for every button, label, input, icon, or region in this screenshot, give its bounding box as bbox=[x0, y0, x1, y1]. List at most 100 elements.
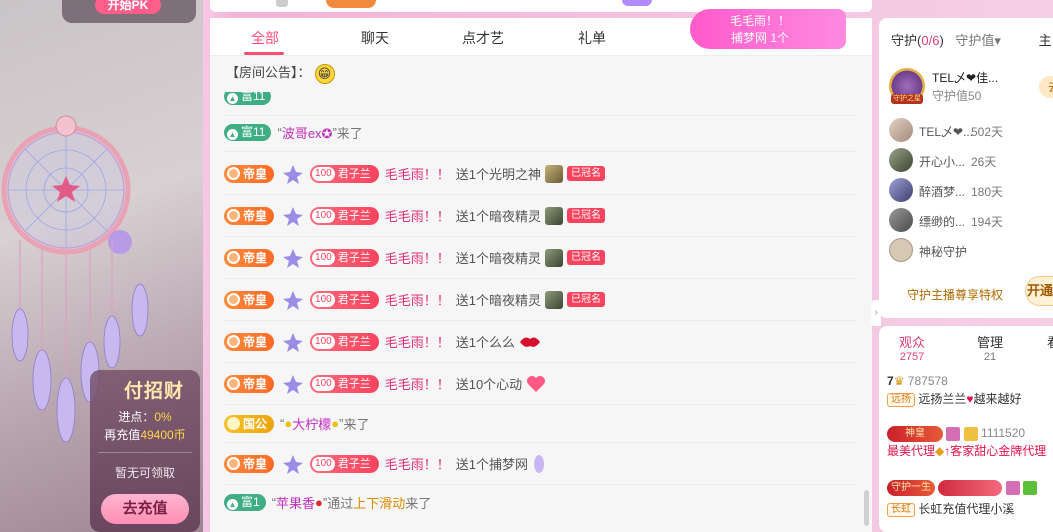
tab-all[interactable]: 全部 bbox=[251, 28, 279, 48]
user-name[interactable]: 大柠檬 bbox=[292, 414, 331, 433]
promo-unavailable: 暂无可领取 bbox=[114, 466, 175, 480]
chat-message: 帝皇 100 君子兰 毛毛雨！！ 送1个么么 bbox=[224, 321, 856, 363]
peek-icon bbox=[276, 0, 288, 7]
rank-icon bbox=[1005, 481, 1020, 495]
avatar bbox=[889, 148, 913, 172]
mystery-guard[interactable]: 神秘守护 bbox=[889, 238, 1053, 262]
dreamcatcher-gift-icon bbox=[533, 454, 544, 473]
recharge-promo-card: 付招财 进点：0% 再充值49400币 暂无可领取 去充值 bbox=[90, 370, 200, 532]
peek-badge bbox=[326, 0, 376, 8]
tab-gift-list[interactable]: 礼单 bbox=[578, 28, 606, 48]
avatar bbox=[889, 118, 913, 142]
go-button[interactable]: 去 bbox=[1039, 76, 1053, 98]
viewer-row-detail: 最美代理◆↑客家甜心金牌代理 bbox=[887, 444, 1047, 458]
collapse-arrow-icon[interactable]: › bbox=[871, 300, 881, 326]
lotus-icon bbox=[283, 454, 304, 474]
fan-club-badge: 100 君子兰 bbox=[310, 248, 379, 267]
fan-club-badge: 100 君子兰 bbox=[310, 454, 379, 473]
lotus-icon bbox=[283, 206, 304, 226]
guard-star-label: 守护之星 bbox=[891, 94, 923, 104]
viewer-row-detail: 远扬 远扬兰兰♥越来越好 bbox=[887, 390, 1022, 407]
fan-club-badge: 100 君子兰 bbox=[310, 374, 379, 393]
rich-level-badge: ▲ 富11 bbox=[224, 124, 272, 141]
rich-level-badge: ▲ 富1 bbox=[224, 493, 266, 511]
promo-divider bbox=[98, 452, 192, 453]
lemon-icon: ● bbox=[331, 416, 340, 431]
tab-chat[interactable]: 聊天 bbox=[361, 28, 389, 48]
viewer-card: 观众 2757 管理 21 看 7♛ 787578 远扬 远扬兰兰♥越来越好 神… bbox=[879, 326, 1053, 532]
fan-club-badge: 100 君子兰 bbox=[310, 206, 379, 225]
tab-guard-value[interactable]: 守护值▾ bbox=[955, 33, 1001, 48]
recharge-button[interactable]: 去充值 bbox=[101, 494, 189, 524]
user-name[interactable]: 毛毛雨！！ bbox=[385, 248, 450, 267]
tab-admins[interactable]: 管理 21 bbox=[977, 332, 1003, 363]
emperor-badge: 帝皇 bbox=[224, 290, 275, 309]
chat-message: 帝皇 100 君子兰 毛毛雨！！ 送1个捕梦网 bbox=[224, 443, 856, 485]
viewer-row[interactable]: 守护一生 bbox=[887, 480, 1038, 496]
viewer-row-detail: 长虹 长虹充值代理小溪 bbox=[887, 500, 1014, 517]
tab-guard[interactable]: 守护(0/6) bbox=[891, 33, 944, 48]
avatar bbox=[889, 178, 913, 202]
right-side-panel: 守护(0/6) 守护值▾ 主 守护之星 TEL乄❤佳... 守护值50 去 TE… bbox=[871, 18, 1053, 532]
fan-club-badge: 100 君子兰 bbox=[310, 290, 379, 309]
guard-row[interactable]: 缥缈的... 194天 bbox=[889, 208, 1053, 232]
chat-message: ▲ 富1 “苹果香 ●” 通过 上下滑动 来了 bbox=[224, 483, 856, 521]
guard-row[interactable]: TEL乄❤... 502天 bbox=[889, 118, 1053, 142]
promo-progress: 进点：0% bbox=[118, 410, 172, 424]
open-guard-button[interactable]: 开通 bbox=[1025, 276, 1053, 306]
user-name[interactable]: 苹果香 bbox=[276, 493, 315, 512]
guard-card: 守护(0/6) 守护值▾ 主 守护之星 TEL乄❤佳... 守护值50 去 TE… bbox=[879, 18, 1053, 318]
chat-message: ▲ 富11 “波哥ex✪” 来了 bbox=[224, 114, 856, 152]
lemon-icon: ● bbox=[284, 416, 293, 431]
tab-host[interactable]: 主 bbox=[1039, 33, 1052, 48]
emperor-badge: 帝皇 bbox=[224, 248, 275, 267]
guard-forever-badge: 守护一生 bbox=[887, 480, 935, 496]
user-name[interactable]: 波哥ex✪ bbox=[282, 123, 333, 142]
emperor-badge: 帝皇 bbox=[224, 454, 275, 473]
user-name[interactable]: 毛毛雨！！ bbox=[385, 374, 450, 393]
gift-notice-banner[interactable]: 毛毛雨！！ 捕梦网 1个 bbox=[690, 9, 846, 49]
guard-privilege-link[interactable]: 守护主播尊享特权 bbox=[907, 286, 1003, 303]
lotus-icon bbox=[283, 164, 304, 184]
crown-tag: 已冠名 bbox=[566, 166, 605, 181]
guard-row[interactable]: 开心小... 26天 bbox=[889, 148, 1053, 172]
user-name[interactable]: 毛毛雨！！ bbox=[385, 164, 450, 183]
tab-viewers[interactable]: 观众 2757 bbox=[899, 332, 925, 363]
user-name[interactable]: 毛毛雨！！ bbox=[385, 332, 450, 351]
rank-icon bbox=[1023, 481, 1038, 495]
chat-message-list[interactable]: ▲ 富11 ▲ 富11 “波哥ex✪” 来了 帝皇 100 君子兰 毛毛雨！！ 送1个光… bbox=[210, 92, 872, 532]
duke-badge: 国公 bbox=[224, 414, 275, 433]
top-guard-name: TEL乄❤佳... bbox=[932, 71, 999, 85]
tab-talent[interactable]: 点才艺 bbox=[462, 28, 504, 48]
chat-scrollbar[interactable] bbox=[864, 490, 869, 526]
rank-icon bbox=[963, 427, 978, 441]
promo-title: 付招财 bbox=[124, 381, 185, 402]
viewer-row[interactable]: 7♛ 787578 bbox=[887, 374, 948, 388]
user-name[interactable]: 毛毛雨！！ bbox=[385, 454, 450, 473]
tab-more[interactable]: 看 bbox=[1047, 332, 1053, 351]
night-elf-gift-icon bbox=[544, 248, 563, 267]
top-guard[interactable]: 守护之星 TEL乄❤佳... 守护值50 去 bbox=[889, 68, 1053, 104]
gift-text: 送1个捕梦网 bbox=[455, 457, 528, 472]
user-name[interactable]: 毛毛雨！！ bbox=[385, 206, 450, 225]
fan-club-badge: 100 君子兰 bbox=[310, 332, 379, 351]
lotus-icon bbox=[283, 374, 304, 394]
peek-tag bbox=[622, 0, 652, 6]
emperor-badge: 帝皇 bbox=[224, 332, 275, 351]
gift-text: 送1个暗夜精灵 bbox=[455, 293, 541, 308]
chat-message: 帝皇 100 君子兰 毛毛雨！！ 送1个暗夜精灵 已冠名 bbox=[224, 237, 856, 279]
lotus-icon bbox=[283, 290, 304, 310]
gift-text: 送1个暗夜精灵 bbox=[455, 209, 541, 224]
user-name[interactable]: 毛毛雨！！ bbox=[385, 290, 450, 309]
grin-emoji-icon: 😁 bbox=[314, 63, 335, 84]
swipe-link[interactable]: 上下滑动 bbox=[353, 493, 405, 512]
guard-row[interactable]: 醉酒梦... 180天 bbox=[889, 178, 1053, 202]
cake-icon: ◆ bbox=[935, 444, 945, 458]
active-tab-indicator bbox=[244, 52, 284, 55]
gift-text: 送10个心动 bbox=[455, 377, 523, 392]
chat-message: 帝皇 100 君子兰 毛毛雨！！ 送10个心动 bbox=[224, 363, 856, 405]
promo-recharge-need: 再充值49400币 bbox=[104, 428, 186, 442]
start-pk-button[interactable]: 开始PK bbox=[95, 0, 161, 14]
stream-video-panel[interactable]: 开始PK 付招财 进点：0% 再充值49400币 暂无可领取 去充值 bbox=[0, 0, 203, 532]
viewer-row[interactable]: 神皇 1111520 bbox=[887, 426, 1025, 442]
